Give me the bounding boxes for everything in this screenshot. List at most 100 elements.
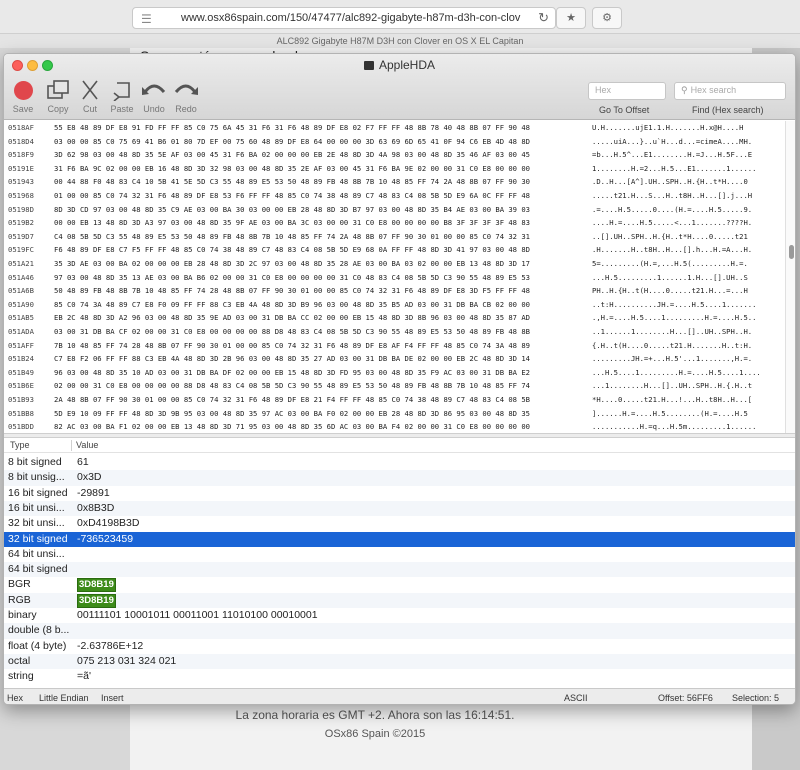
hex-ascii[interactable]: ...H.5....1.........H.=....H.5....1.... bbox=[592, 367, 785, 378]
cut-button[interactable]: Cut bbox=[73, 78, 107, 114]
hex-ascii[interactable]: ]......H.=....H.5........(H.=....H.5 bbox=[592, 408, 785, 419]
inspector-value[interactable]: 0x8B3D bbox=[77, 501, 114, 516]
hex-row[interactable]: 051968 01 00 00 85 C0 74 32 31 F6 48 89 D… bbox=[4, 190, 785, 201]
hex-ascii[interactable]: ..1......1........H...[]..UH..SPH..H. bbox=[592, 326, 785, 337]
copy-button[interactable]: Copy bbox=[41, 78, 75, 114]
tab-title[interactable]: ALC892 Gigabyte H87M D3H con Clover en O… bbox=[0, 34, 800, 48]
hex-ascii[interactable]: PH..H.{H..t(H....0.....t21.H...=...H bbox=[592, 285, 785, 296]
hex-row[interactable]: 051AB5 EB 2C 48 8D 3D A2 96 03 00 48 8D 3… bbox=[4, 312, 785, 323]
hex-ascii[interactable]: ....H.=....H.5.....<...1.......????H. bbox=[592, 217, 785, 228]
hex-bytes[interactable]: C4 08 5B 5D C3 55 48 89 E5 53 50 48 89 F… bbox=[54, 231, 530, 242]
hex-bytes[interactable]: 02 00 00 31 C0 E8 00 00 00 00 88 D8 48 8… bbox=[54, 380, 530, 391]
hex-bytes[interactable]: 00 00 EB 13 48 8D 3D A3 97 03 00 48 8D 3… bbox=[54, 217, 530, 228]
hex-row[interactable]: 051ADA 03 00 31 DB BA CF 02 00 00 31 C0 E… bbox=[4, 326, 785, 337]
status-endian[interactable]: Little Endian bbox=[39, 693, 89, 703]
hex-bytes[interactable]: C7 E8 F2 06 FF FF 88 C3 EB 4A 48 8D 3D 2… bbox=[54, 353, 530, 364]
hex-row[interactable]: 051943 00 44 88 F0 48 83 C4 10 5B 41 5E 5… bbox=[4, 176, 785, 187]
hex-scroll-thumb[interactable] bbox=[789, 245, 794, 259]
inspector-row[interactable]: string =ã' bbox=[4, 669, 795, 684]
hex-ascii[interactable]: U.H.......ujE1.1.H.......H.x@H....H bbox=[592, 122, 785, 133]
inspector-row[interactable]: 32 bit unsi... 0xD4198B3D bbox=[4, 516, 795, 531]
hex-row[interactable]: 051BB8 5D E9 10 09 FF FF 48 8D 3D 9B 95 0… bbox=[4, 408, 785, 419]
hex-ascii[interactable]: ...........H.=q...H.5m.........1...... bbox=[592, 421, 785, 432]
hex-ascii[interactable]: {.H..t(H....0.....t21.H.......H..t:H. bbox=[592, 340, 785, 351]
hex-ascii[interactable]: ..t:H..........JH.=....H.5....1....... bbox=[592, 299, 785, 310]
hex-bytes[interactable]: 82 AC 03 00 BA F1 02 00 00 EB 13 48 8D 3… bbox=[54, 421, 530, 432]
inspector-row[interactable]: 16 bit unsi... 0x8B3D bbox=[4, 500, 795, 517]
hex-bytes[interactable]: 50 48 89 FB 48 8B 7B 10 48 85 FF 74 28 4… bbox=[54, 285, 530, 296]
inspector-value[interactable]: 0xD4198B3D bbox=[77, 516, 139, 531]
status-charset[interactable]: ASCII bbox=[564, 693, 588, 703]
hex-scrollbar[interactable] bbox=[785, 121, 795, 433]
inspector-value[interactable]: -736523459 bbox=[77, 532, 133, 547]
hex-bytes[interactable]: 7B 10 48 85 FF 74 28 48 8B 07 FF 90 30 0… bbox=[54, 340, 530, 351]
inspector-row[interactable]: 64 bit unsi... bbox=[4, 547, 795, 562]
settings-button[interactable]: ⚙ bbox=[592, 7, 622, 29]
reload-icon[interactable]: ↻ bbox=[538, 10, 549, 26]
inspector-row[interactable]: 64 bit signed bbox=[4, 562, 795, 578]
status-mode[interactable]: Hex bbox=[7, 693, 23, 703]
status-insert[interactable]: Insert bbox=[101, 693, 124, 703]
hex-bytes[interactable]: 03 00 31 DB BA CF 02 00 00 31 C0 E8 00 0… bbox=[54, 326, 530, 337]
hex-ascii[interactable]: 5=.........(H.=,...H.5(.........H.=. bbox=[592, 258, 785, 269]
hex-ascii[interactable]: ..[].UH..SPH..H.{H..t*H....0.....t21 bbox=[592, 231, 785, 242]
inspector-value[interactable]: 61 bbox=[77, 455, 89, 470]
hex-row[interactable]: 0518AF 55 E8 48 89 DF E8 91 FD FF FF 85 C… bbox=[4, 122, 785, 133]
inspector-row[interactable]: BGR 3D8B19 bbox=[4, 577, 795, 593]
inspector-value[interactable]: =ã' bbox=[77, 669, 91, 684]
hex-row[interactable]: 051A46 97 03 00 48 8D 35 13 AE 03 00 BA B… bbox=[4, 272, 785, 283]
hex-ascii[interactable]: .,H.=....H.5....1.........H.=....H.5.. bbox=[592, 312, 785, 323]
hex-row[interactable]: 05198D 8D 3D CD 97 03 00 48 8D 35 C9 AE 0… bbox=[4, 204, 785, 215]
address-bar[interactable]: ☰ www.osx86spain.com/150/47477/alc892-gi… bbox=[132, 7, 556, 29]
hex-bytes[interactable]: 01 00 00 85 C0 74 32 31 F6 48 89 DF E8 5… bbox=[54, 190, 530, 201]
inspector-value[interactable]: -29891 bbox=[77, 486, 110, 501]
hex-row[interactable]: 0519B2 00 00 EB 13 48 8D 3D A3 97 03 00 4… bbox=[4, 217, 785, 228]
save-button[interactable]: Save bbox=[6, 78, 40, 114]
undo-button[interactable]: Undo bbox=[137, 78, 171, 114]
url-text[interactable]: www.osx86spain.com/150/47477/alc892-giga… bbox=[181, 12, 521, 24]
hex-ascii[interactable]: *H....0.....t21.H...!...H..t8H..H...[ bbox=[592, 394, 785, 405]
color-swatch-value[interactable]: 3D8B19 bbox=[77, 593, 116, 608]
bookmark-button[interactable]: ★ bbox=[556, 7, 586, 29]
hex-row[interactable]: 0518F9 3D 62 98 03 00 48 8D 35 5E AF 03 0… bbox=[4, 149, 785, 160]
hex-bytes[interactable]: 35 3D AE 03 00 BA 02 00 00 00 EB 28 48 8… bbox=[54, 258, 530, 269]
hex-bytes[interactable]: 97 03 00 48 8D 35 13 AE 03 00 BA B6 02 0… bbox=[54, 272, 530, 283]
inspector-row[interactable]: binary 00111101 10001011 00011001 1101010… bbox=[4, 608, 795, 623]
hex-row[interactable]: 051B93 2A 48 8B 07 FF 90 30 01 00 00 85 C… bbox=[4, 394, 785, 405]
hex-row[interactable]: 051A90 85 C0 74 3A 48 89 C7 E8 F0 09 FF F… bbox=[4, 299, 785, 310]
hex-row[interactable]: 051A21 35 3D AE 03 00 BA 02 00 00 00 EB 2… bbox=[4, 258, 785, 269]
inspector-row[interactable]: 8 bit unsig... 0x3D bbox=[4, 470, 795, 486]
inspector-row[interactable]: 8 bit signed 61 bbox=[4, 455, 795, 470]
inspector-row[interactable]: float (4 byte) -2.63786E+12 bbox=[4, 639, 795, 654]
hex-row[interactable]: 0519D7 C4 08 5B 5D C3 55 48 89 E5 53 50 4… bbox=[4, 231, 785, 242]
hex-ascii[interactable]: .....uiA...}..u`H...d...=cimeA....MH. bbox=[592, 136, 785, 147]
hex-row[interactable]: 051BDD 82 AC 03 00 BA F1 02 00 00 EB 13 4… bbox=[4, 421, 785, 432]
hex-bytes[interactable]: 55 E8 48 89 DF E8 91 FD FF FF 85 C0 75 6… bbox=[54, 122, 530, 133]
inspector-row[interactable]: octal 075 213 031 324 021 bbox=[4, 653, 795, 670]
hex-row[interactable]: 051AFF 7B 10 48 85 FF 74 28 48 8B 07 FF 9… bbox=[4, 340, 785, 351]
hex-ascii[interactable]: ...H.5.........1......1.H...[].UH..S bbox=[592, 272, 785, 283]
hex-bytes[interactable]: EB 2C 48 8D 3D A2 96 03 00 48 8D 35 9E A… bbox=[54, 312, 530, 323]
hex-bytes[interactable]: 96 03 00 48 8D 35 10 AD 03 00 31 DB BA D… bbox=[54, 367, 530, 378]
inspector-value[interactable]: 0x3D bbox=[77, 470, 102, 485]
hex-ascii[interactable]: .........JH.=+...H.5'...1.......,H.=. bbox=[592, 353, 785, 364]
hex-ascii[interactable]: .D..H...[A^].UH..SPH..H.{H..t*H....0 bbox=[592, 176, 785, 187]
hex-bytes[interactable]: 00 44 88 F0 48 83 C4 10 5B 41 5E 5D C3 5… bbox=[54, 176, 530, 187]
hex-bytes[interactable]: 5D E9 10 09 FF FF 48 8D 3D 9B 95 03 00 4… bbox=[54, 408, 530, 419]
hex-bytes[interactable]: 85 C0 74 3A 48 89 C7 E8 F0 09 FF FF 88 C… bbox=[54, 299, 530, 310]
hex-ascii[interactable]: .=....H.5.....0....(H.=....H.5.....9. bbox=[592, 204, 785, 215]
goto-offset-input[interactable]: Hex bbox=[588, 82, 666, 100]
hex-bytes[interactable]: 2A 48 8B 07 FF 90 30 01 00 00 85 C0 74 3… bbox=[54, 394, 530, 405]
hex-bytes[interactable]: 31 F6 BA 9C 02 00 00 EB 16 48 8D 3D 32 9… bbox=[54, 163, 530, 174]
inspector-row[interactable]: double (8 b... bbox=[4, 623, 795, 639]
inspector-row[interactable]: 16 bit signed -29891 bbox=[4, 486, 795, 501]
hex-ascii[interactable]: 1........H.=2...H.5...E1.......1...... bbox=[592, 163, 785, 174]
paste-button[interactable]: Paste bbox=[105, 78, 139, 114]
hex-row[interactable]: 051B24 C7 E8 F2 06 FF FF 88 C3 EB 4A 48 8… bbox=[4, 353, 785, 364]
hex-row[interactable]: 051B49 96 03 00 48 8D 35 10 AD 03 00 31 D… bbox=[4, 367, 785, 378]
hex-ascii[interactable]: .H.......H..t8H..H...[].h...H.=A...H. bbox=[592, 244, 785, 255]
hex-bytes[interactable]: 03 00 00 85 C0 75 69 41 B6 01 80 7D EF 0… bbox=[54, 136, 530, 147]
hex-row[interactable]: 0519FC F6 48 89 DF E8 C7 F5 FF FF 48 85 C… bbox=[4, 244, 785, 255]
hex-row[interactable]: 051A6B 50 48 89 FB 48 8B 7B 10 48 85 FF 7… bbox=[4, 285, 785, 296]
hex-bytes[interactable]: F6 48 89 DF E8 C7 F5 FF FF 48 85 C0 74 3… bbox=[54, 244, 530, 255]
